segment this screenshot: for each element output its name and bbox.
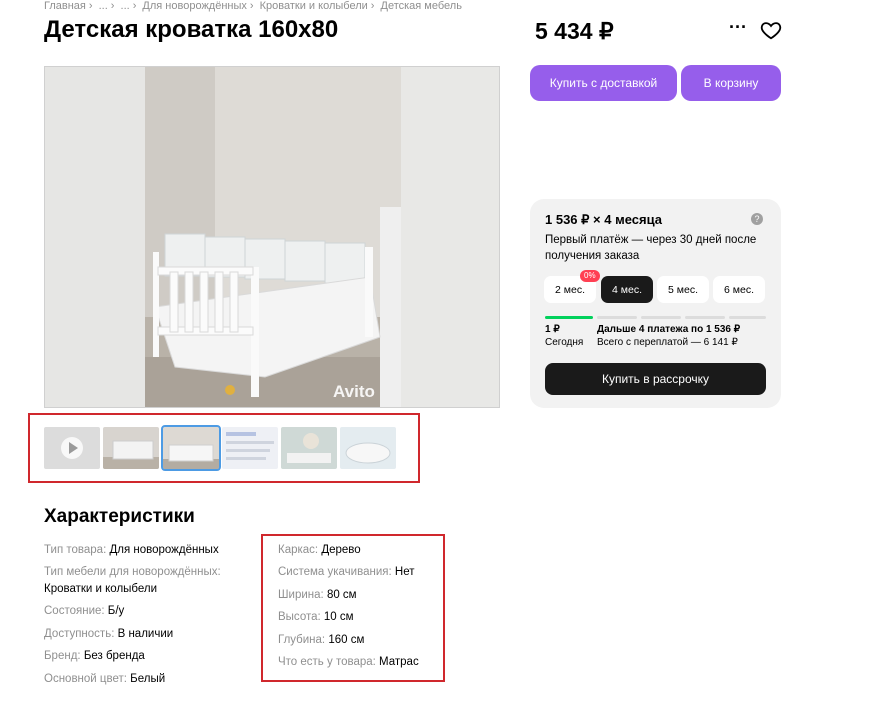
char-item-width: Ширина: 80 см [278,589,357,601]
char-item-furniture-type: Тип мебели для новорождённых: Кроватки и… [44,566,221,595]
breadcrumb-item-kids-furniture[interactable]: Детская мебель [381,0,462,12]
progress-segment-paid [545,316,593,319]
crib-photo-image: Avito [45,67,499,407]
breadcrumb-item-cribs[interactable]: Кроватки и колыбели [260,0,368,12]
term-option-4[interactable]: 4 мес. [601,276,653,303]
buy-with-delivery-button[interactable]: Купить с доставкой [530,65,677,101]
breadcrumb: Главная › ... › ... › Для новорождённых › Кр… [44,0,462,12]
thumbnail-photo[interactable] [340,427,396,469]
page-title: Детская кроватка 160x80 [44,16,339,43]
thumbnail-photo[interactable] [281,427,337,469]
installment-title: 1 536 ₽ × 4 месяца [545,212,662,227]
main-photo[interactable]: Avito [44,66,500,408]
term-option-6[interactable]: 6 мес. [713,276,765,303]
thumbnail-screenshot[interactable] [222,427,278,469]
add-to-cart-button[interactable]: В корзину [681,65,781,101]
price: 5 434 ₽ [535,18,614,44]
thumbnail-strip [28,413,420,483]
installment-card: 1 536 ₽ × 4 месяца ? Первый платёж — чер… [530,199,781,408]
zero-percent-badge: 0% [580,270,600,282]
char-item-main-color: Основной цвет: Белый [44,673,166,685]
today-label: Сегодня [545,337,584,348]
char-item-height: Высота: 10 см [278,611,354,623]
help-icon[interactable]: ? [751,213,763,225]
breadcrumb-item-collapsed[interactable]: ... [121,0,130,12]
progress-segment [685,316,725,319]
progress-segment [641,316,681,319]
characteristics-title: Характеристики [44,506,195,527]
next-payments-label: Дальше 4 платежа по 1 536 ₽ [597,324,741,335]
buy-in-installments-button[interactable]: Купить в рассрочку [545,363,766,395]
progress-segment [729,316,766,319]
char-item-availability: Доступность: В наличии [44,628,174,640]
breadcrumb-item-home[interactable]: Главная [44,0,86,12]
char-item-product-type: Тип товара: Для новорождённых [44,544,219,556]
progress-segment [597,316,637,319]
char-item-condition: Состояние: Б/у [44,605,125,617]
char-item-frame: Каркас: Дерево [278,544,361,556]
char-item-included: Что есть у товара: Матрас [278,656,419,668]
favorite-heart-icon[interactable] [760,19,782,41]
char-item-brand: Бренд: Без бренда [44,650,145,662]
thumbnail-photo[interactable] [103,427,159,469]
avito-watermark: Avito [333,382,375,401]
total-with-overpayment: Всего с переплатой — 6 141 ₽ [597,337,738,348]
char-item-depth: Глубина: 160 см [278,634,365,646]
breadcrumb-item-collapsed[interactable]: ... [99,0,108,12]
installment-description: Первый платёж — через 30 дней после полу… [545,234,757,262]
char-item-rocking-system: Система укачивания: Нет [278,566,415,578]
thumbnail-video[interactable] [44,427,100,469]
more-options-icon[interactable]: ··· [726,18,750,40]
thumbnail-photo-active[interactable] [161,425,221,471]
breadcrumb-item-newborns[interactable]: Для новорождённых [142,0,246,12]
today-amount: 1 ₽ [545,324,560,335]
term-option-5[interactable]: 5 мес. [657,276,709,303]
